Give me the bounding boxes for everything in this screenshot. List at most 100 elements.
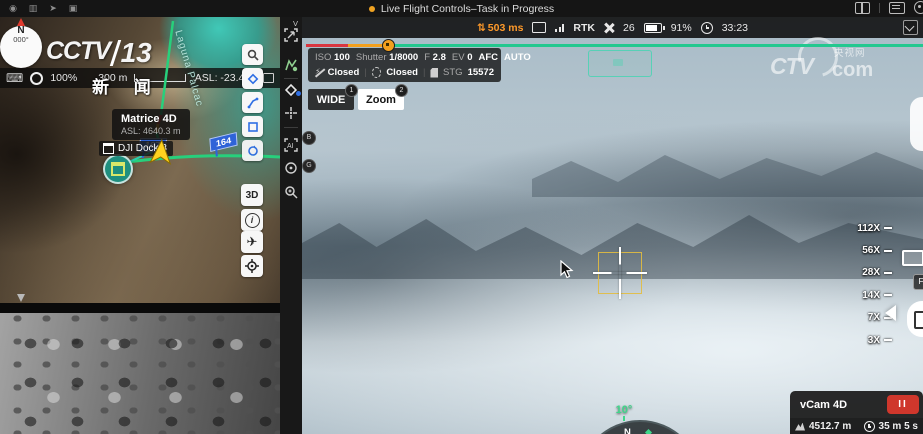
- signal-strength-icon: [555, 23, 564, 32]
- window-titlebar: ◉ ▥ ➤ ▣ Live Flight Controls–Task in Pro…: [0, 0, 923, 17]
- map-aircraft-center-button[interactable]: ✈: [241, 231, 263, 253]
- cctv-logo-text: CCTV: [46, 37, 110, 66]
- display-icon[interactable]: ▣: [67, 3, 79, 14]
- latency-readout: ⇅ 503 ms: [477, 22, 523, 34]
- exposure-mode: AUTO: [504, 52, 531, 63]
- iso-value: 100: [334, 52, 350, 63]
- dock-position-marker[interactable]: [103, 154, 133, 184]
- spotlight-target-box[interactable]: [598, 252, 642, 294]
- focus-frame-icon[interactable]: [284, 28, 298, 42]
- detection-glyph: [613, 59, 623, 66]
- gimbal-center-icon[interactable]: [284, 161, 298, 175]
- ai-detection-icon[interactable]: AI: [284, 138, 298, 152]
- battery-percent: 91%: [671, 22, 692, 34]
- lens-wide-badge: 1: [345, 84, 358, 97]
- polyline-icon: [247, 97, 259, 109]
- toolbar-divider: [284, 78, 298, 79]
- circle-arrow-icon: [247, 145, 259, 157]
- compass-north-needle: [17, 18, 25, 26]
- ev-value: 0: [467, 52, 472, 63]
- zoom-level-label[interactable]: 56X: [862, 245, 880, 256]
- airplane-icon: ✈: [247, 234, 258, 250]
- secondary-video-panel[interactable]: [0, 313, 280, 434]
- task-status-title: Live Flight Controls–Task in Progress: [0, 3, 923, 15]
- task-active-dot: [369, 6, 375, 12]
- send-icon[interactable]: ➤: [47, 3, 59, 14]
- collapse-panel-arrow[interactable]: [885, 305, 896, 321]
- v-mode-label: V: [293, 19, 298, 28]
- telemetry-bar: ⇅ 503 ms RTK 26 91% 33:23: [302, 17, 923, 38]
- watermark-com: com: [832, 59, 873, 82]
- zoom-level-label[interactable]: 112X: [857, 223, 880, 234]
- storage-value: 15572: [468, 67, 494, 78]
- cctv-channel-number: 13: [121, 37, 152, 69]
- zoom-level-label[interactable]: 7X: [868, 312, 880, 323]
- battery-icon[interactable]: [644, 23, 662, 33]
- pause-button[interactable]: II: [887, 395, 919, 414]
- vcam-flight-time: 35 m 5 s: [879, 421, 918, 432]
- watermark-cn: 央视网: [834, 45, 866, 59]
- progress-segment-green: [388, 44, 923, 47]
- titlebar-divider: [879, 3, 880, 13]
- flash-off-icon: [315, 68, 323, 78]
- map-route-tool-button[interactable]: [242, 92, 263, 113]
- zoom-ruler[interactable]: 112X 56X 28X 14X 7X 3X: [822, 217, 892, 351]
- search-icon: [247, 49, 259, 61]
- resize-window-icon[interactable]: [903, 20, 918, 35]
- split-view-icon[interactable]: [855, 2, 870, 14]
- dock-icon: [103, 143, 114, 154]
- map-panel[interactable]: Laguna Palcac CCTV 13 新 闻 Matrice 4D ASL…: [0, 17, 280, 303]
- fpv-camera-view[interactable]: ⇅ 503 ms RTK 26 91% 33:23 ISO 100 Shutte…: [302, 17, 923, 434]
- compass-south-needle: [17, 294, 25, 302]
- heading-compass-arc: N: [578, 420, 702, 434]
- zoom-level-label[interactable]: 3X: [868, 335, 880, 346]
- map-waypoint-tool-button[interactable]: [242, 68, 263, 89]
- edge-handle-top[interactable]: [910, 97, 923, 151]
- map-area-tool-button[interactable]: [242, 116, 263, 137]
- map-pin-flag-icon[interactable]: [284, 58, 298, 72]
- map-orbit-tool-button[interactable]: [242, 140, 263, 161]
- video-feed-icon[interactable]: [532, 22, 546, 33]
- map-info-button[interactable]: i: [241, 209, 263, 231]
- shutter-value: 1/8000: [389, 52, 418, 63]
- heading-readout: 10°: [602, 404, 646, 416]
- lens-tab-wide[interactable]: WIDE 1: [308, 89, 354, 110]
- lens-zoom-badge: 2: [395, 84, 408, 97]
- detection-box: [588, 50, 652, 77]
- sparkle-enhance-icon[interactable]: [284, 106, 298, 120]
- cctv-com-watermark: CTV 央视网 com: [770, 39, 910, 97]
- map-3d-toggle-button[interactable]: 3D: [241, 184, 263, 206]
- watermark-brand: CTV: [770, 53, 813, 80]
- map-locate-button[interactable]: [241, 255, 263, 277]
- aircraft-name: Matrice 4D: [121, 113, 181, 125]
- f-mode-badge[interactable]: F: [913, 274, 923, 290]
- aircraft-tooltip: Matrice 4D ASL: 4640.3 m: [112, 109, 190, 140]
- 3d-label: 3D: [246, 190, 259, 201]
- drone-position-arrow[interactable]: [147, 138, 175, 166]
- lens-tab-zoom[interactable]: Zoom 2: [358, 89, 404, 110]
- b-channel-badge[interactable]: B: [302, 131, 316, 145]
- mountain-ridge-upper: [532, 137, 923, 197]
- mission-time: 33:23: [722, 22, 748, 34]
- live-flight-controls-app: ◉ ▥ ➤ ▣ Live Flight Controls–Task in Pro…: [0, 0, 923, 434]
- edge-button-pill[interactable]: [907, 301, 923, 337]
- layout-columns-icon[interactable]: ▥: [27, 3, 39, 14]
- square-icon: [247, 121, 259, 133]
- keyboard-shortcuts-icon[interactable]: [889, 2, 905, 14]
- settings-gear-icon[interactable]: [914, 1, 923, 14]
- focus-mode: AFC: [479, 52, 499, 63]
- notification-dot: [296, 91, 301, 96]
- map-search-button[interactable]: [242, 44, 263, 65]
- camera-settings-panel[interactable]: ISO 100 Shutter 1/8000 F 2.8 EV 0 AFC AU…: [308, 48, 501, 82]
- aux-state: Closed: [386, 67, 418, 78]
- g-channel-badge[interactable]: G: [302, 159, 316, 173]
- zoom-level-label[interactable]: 28X: [862, 267, 880, 278]
- aperture-value: 2.8: [433, 52, 446, 63]
- zoom-level-label[interactable]: 14X: [862, 290, 880, 301]
- magnifier-plus-icon[interactable]: [284, 185, 298, 199]
- shutter-icon[interactable]: ◉: [7, 3, 19, 14]
- clock-icon: [701, 22, 713, 34]
- progress-home-marker[interactable]: [382, 39, 395, 52]
- minimap-toggle-icon[interactable]: [902, 250, 923, 266]
- vcam-info-bar: 4512.7 m 35 m 5 s: [790, 418, 923, 434]
